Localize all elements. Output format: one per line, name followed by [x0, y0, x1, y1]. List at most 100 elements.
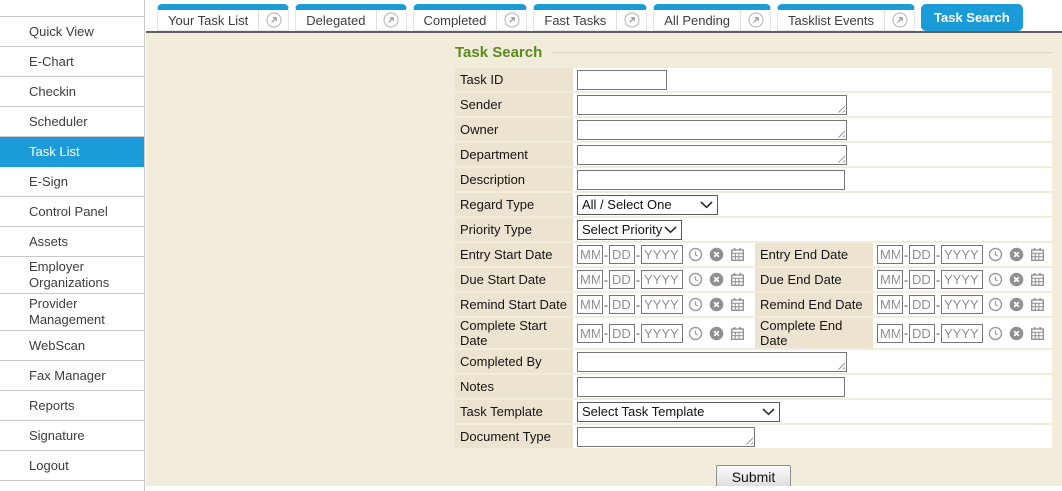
task-search-form: Task Search Task ID Sender Owner [455, 44, 1052, 486]
day-input[interactable] [609, 295, 635, 314]
clear-date-icon[interactable] [1009, 247, 1025, 263]
clear-date-icon[interactable] [709, 297, 725, 313]
clear-date-icon[interactable] [709, 325, 725, 341]
calendar-icon[interactable] [730, 272, 746, 288]
year-input[interactable] [641, 270, 683, 289]
popout-icon[interactable] [258, 10, 288, 30]
tab-fast-tasks[interactable]: Fast Tasks [533, 4, 647, 31]
calendar-icon[interactable] [1030, 272, 1046, 288]
day-input[interactable] [609, 245, 635, 264]
month-input[interactable] [877, 245, 903, 264]
year-input[interactable] [941, 295, 983, 314]
tab-all-pending[interactable]: All Pending [653, 4, 771, 31]
popout-icon[interactable] [740, 10, 770, 30]
form-row-sender: Sender [455, 93, 1052, 116]
clear-date-icon[interactable] [1009, 325, 1025, 341]
sidebar-item-signature[interactable]: Signature [0, 421, 144, 451]
sidebar-item-provider-management[interactable]: Provider Management [0, 294, 144, 331]
task-id-input[interactable] [577, 70, 667, 90]
sidebar-item-reports[interactable]: Reports [0, 391, 144, 421]
popout-icon[interactable] [496, 10, 526, 30]
month-input[interactable] [877, 270, 903, 289]
tab-your-task-list[interactable]: Your Task List [157, 4, 289, 31]
department-input[interactable] [577, 145, 847, 165]
clock-icon[interactable] [688, 247, 704, 263]
year-input[interactable] [641, 245, 683, 264]
field-label: Remind End Date [755, 293, 873, 316]
day-input[interactable] [909, 295, 935, 314]
submit-button[interactable]: Submit [716, 465, 792, 486]
clock-icon[interactable] [988, 247, 1004, 263]
clock-icon[interactable] [688, 325, 704, 341]
document-type-input[interactable] [577, 427, 755, 447]
day-input[interactable] [609, 324, 635, 343]
clock-icon[interactable] [688, 297, 704, 313]
month-input[interactable] [577, 324, 603, 343]
sidebar-item-fax-manager[interactable]: Fax Manager [0, 361, 144, 391]
day-input[interactable] [909, 245, 935, 264]
year-input[interactable] [641, 324, 683, 343]
popout-icon[interactable] [616, 10, 646, 30]
clock-icon[interactable] [988, 325, 1004, 341]
year-input[interactable] [941, 245, 983, 264]
field-label: Notes [455, 375, 573, 398]
calendar-icon[interactable] [1030, 297, 1046, 313]
sender-input[interactable] [577, 95, 847, 115]
completed-by-input[interactable] [577, 352, 847, 372]
month-input[interactable] [877, 324, 903, 343]
tab-label: Completed [414, 10, 497, 30]
clear-date-icon[interactable] [1009, 272, 1025, 288]
regard-type-select[interactable]: All / Select One [577, 195, 718, 215]
calendar-icon[interactable] [1030, 247, 1046, 263]
clear-date-icon[interactable] [1009, 297, 1025, 313]
popout-icon[interactable] [376, 10, 406, 30]
clock-icon[interactable] [988, 272, 1004, 288]
clear-date-icon[interactable] [709, 247, 725, 263]
owner-input[interactable] [577, 120, 847, 140]
priority-type-select[interactable]: Select Priority [577, 220, 682, 240]
sidebar-item-e-sign[interactable]: E-Sign [0, 167, 144, 197]
sidebar-item-checkin[interactable]: Checkin [0, 77, 144, 107]
year-input[interactable] [941, 270, 983, 289]
sidebar-item-assets[interactable]: Assets [0, 227, 144, 257]
sidebar: Quick View E-Chart Checkin Scheduler Tas… [0, 0, 145, 491]
year-input[interactable] [641, 295, 683, 314]
sidebar-item-task-list[interactable]: Task List [0, 137, 144, 167]
field-label: Description [455, 168, 573, 191]
field-label: Department [455, 143, 573, 166]
chevron-down-icon [664, 226, 677, 234]
clock-icon[interactable] [988, 297, 1004, 313]
month-input[interactable] [877, 295, 903, 314]
field-label: Task ID [455, 68, 573, 91]
calendar-icon[interactable] [730, 247, 746, 263]
tab-completed[interactable]: Completed [413, 4, 528, 31]
calendar-icon[interactable] [1030, 325, 1046, 341]
sidebar-item-e-chart[interactable]: E-Chart [0, 47, 144, 77]
task-template-select[interactable]: Select Task Template [577, 402, 780, 422]
sidebar-item-webscan[interactable]: WebScan [0, 331, 144, 361]
tab-delegated[interactable]: Delegated [295, 4, 406, 31]
sidebar-item-quick-view[interactable]: Quick View [0, 17, 144, 47]
sidebar-item-logout[interactable]: Logout [0, 451, 144, 481]
sidebar-item-employer-organizations[interactable]: Employer Organizations [0, 257, 144, 294]
clock-icon[interactable] [688, 272, 704, 288]
year-input[interactable] [941, 324, 983, 343]
clear-date-icon[interactable] [709, 272, 725, 288]
calendar-icon[interactable] [730, 325, 746, 341]
field-label: Entry Start Date [455, 243, 573, 266]
popout-icon[interactable] [884, 10, 914, 30]
day-input[interactable] [909, 270, 935, 289]
tab-tasklist-events[interactable]: Tasklist Events [777, 4, 915, 31]
month-input[interactable] [577, 270, 603, 289]
month-input[interactable] [577, 295, 603, 314]
calendar-icon[interactable] [730, 297, 746, 313]
sidebar-item-control-panel[interactable]: Control Panel [0, 197, 144, 227]
day-input[interactable] [609, 270, 635, 289]
description-input[interactable] [577, 170, 845, 190]
sidebar-item-scheduler[interactable]: Scheduler [0, 107, 144, 137]
tab-task-search[interactable]: Task Search [921, 4, 1023, 31]
notes-input[interactable] [577, 377, 845, 397]
form-row-due-dates: Due Start Date -- Due End Date -- [455, 268, 1052, 291]
month-input[interactable] [577, 245, 603, 264]
day-input[interactable] [909, 324, 935, 343]
